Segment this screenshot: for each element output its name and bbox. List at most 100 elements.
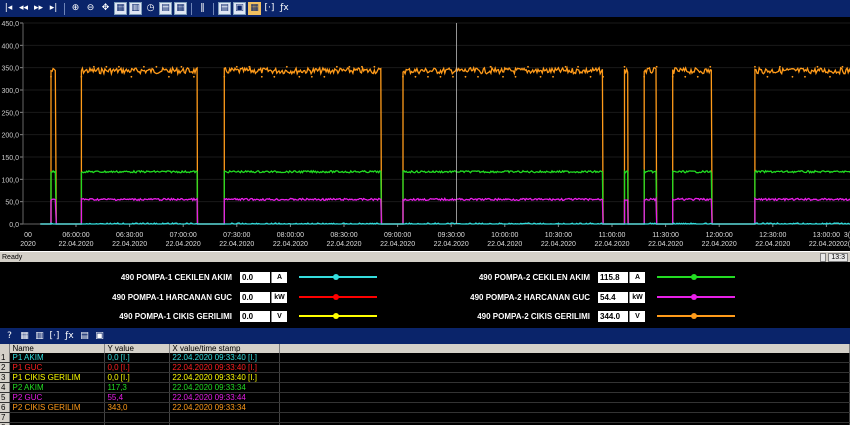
legend-item[interactable]: 490 POMPA-2 CIKIS GERILIMI 344.0 V — [358, 310, 735, 322]
table-icon[interactable]: ▦ — [18, 330, 31, 343]
row-name — [9, 412, 106, 423]
status-text: Ready — [2, 253, 23, 261]
x-tick-date: 22.04.2020 — [273, 241, 308, 248]
x-tick-time: 07:30:00 — [223, 232, 250, 239]
legend-label: 490 POMPA-1 HARCANAN GUC — [112, 292, 232, 302]
trend-chart-svg[interactable]: 450,0 400,0 350,0 300,0 250,0 200,0 150,0 100,0… — [0, 17, 850, 251]
row-index: 5 — [0, 392, 11, 403]
export-icon[interactable]: ▣ — [233, 2, 246, 15]
y-tick-label: 50,0 — [5, 200, 19, 207]
x-tick-date: 22.04.2020 — [541, 241, 576, 248]
series-point — [514, 75, 517, 78]
series-point — [464, 75, 467, 78]
x-tick-date: 22.04.2020 — [648, 241, 683, 248]
row-x-value: 22.04.2020 09:33:40 [I.] — [169, 353, 281, 363]
series-point — [130, 75, 133, 78]
bracket-icon[interactable]: [·] — [48, 330, 61, 343]
legend-label: 490 POMPA-1 CIKIS GERILIMI — [119, 311, 232, 321]
series-point — [539, 75, 542, 78]
row-x-value: 22.04.2020 09:33:40 [I.] — [169, 362, 281, 373]
row-x-value: 22.04.2020 09:33:44 — [169, 392, 281, 403]
series-point — [310, 75, 313, 78]
bracket-icon[interactable]: [·] — [263, 2, 276, 15]
toolbar-separator — [64, 2, 65, 15]
trend-chart[interactable]: 450,0 400,0 350,0 300,0 250,0 200,0 150,0 100,0… — [0, 17, 850, 251]
table-row[interactable]: 2 P1 GUC 0,0 [I.] 22.04.2020 09:33:40 [I… — [0, 362, 850, 373]
x-tick-date: 22.04.2020 — [594, 241, 629, 248]
series-point — [829, 75, 831, 78]
pan-icon[interactable]: ✥ — [99, 2, 112, 15]
legend-marker — [333, 294, 339, 300]
rewind-icon[interactable]: ◂◂ — [17, 2, 30, 15]
x-tick-time: 11:00:00 — [599, 232, 626, 239]
x-tick-time: 06:30:00 — [116, 232, 143, 239]
series-point — [766, 75, 769, 78]
x-tick-time: 10:30:00 — [545, 232, 572, 239]
table-row[interactable]: 1 P1 AKIM 0,0 [I.] 22.04.2020 09:33:40 [… — [0, 353, 850, 363]
fx-icon[interactable]: ƒx — [278, 2, 291, 15]
table-row[interactable]: 5 P2 GUC 55,4 22.04.2020 09:33:44 — [0, 392, 850, 403]
series-point — [427, 75, 429, 78]
grid-select-icon[interactable]: ▥ — [33, 330, 46, 343]
series-point — [273, 75, 276, 78]
legend-item[interactable]: 490 POMPA-2 CEKILEN AKIM 115.8 A — [358, 271, 735, 283]
last-icon[interactable]: ▸| — [47, 2, 60, 15]
legend-item[interactable]: 490 POMPA-2 HARCANAN GUC 54.4 kW — [358, 291, 735, 303]
series-point — [779, 65, 781, 68]
fx-icon[interactable]: ƒx — [63, 330, 76, 343]
legend-item[interactable]: 490 POMPA-1 CIKIS GERILIMI 0.0 V — [0, 310, 377, 322]
legend-value: 0.0 — [240, 271, 270, 283]
forward-icon[interactable]: ▸▸ — [32, 2, 45, 15]
grid-icon[interactable]: ▦ — [174, 2, 187, 15]
x-tick-time: 12:00:00 — [706, 232, 733, 239]
zoom-in-icon[interactable]: ⊕ — [69, 2, 82, 15]
column-header-name[interactable]: Name — [9, 344, 106, 353]
chart-toolbar: |◂ ◂◂ ▸▸ ▸| ⊕ ⊖ ✥ ▦ ▥ ◷ ▤ ▦ ‖ ▤ ▣ ▦ [·] ƒx — [0, 0, 850, 17]
y-tick-label: 300,0 — [1, 88, 19, 95]
series-point — [117, 65, 120, 68]
row-name: P2 GUC — [9, 392, 106, 403]
config-icon[interactable]: ▦ — [248, 2, 261, 15]
x-tick-time: 13:00:00 — [813, 232, 840, 239]
table-row[interactable]: 6 P2 CIKIS GERILIM 343,0 22.04.2020 09:3… — [0, 402, 850, 413]
legend-item[interactable]: 490 POMPA-1 HARCANAN GUC 0.0 kW — [0, 291, 377, 303]
clock-icon[interactable]: ◷ — [144, 2, 157, 15]
legend-line-swatch — [657, 313, 735, 319]
column-header-x[interactable]: X value/time stamp — [169, 344, 281, 353]
legend-label: 490 POMPA-2 CIKIS GERILIMI — [477, 311, 590, 321]
legend-unit: A — [271, 271, 287, 283]
row-empty — [279, 353, 850, 363]
x-tick-date: 22.04.2020 — [326, 241, 361, 248]
table-row[interactable]: 3 P1 CIKIS GERILIM 0,0 [I.] 22.04.2020 0… — [0, 372, 850, 383]
table-row[interactable]: 4 P2 AKIM 117,3 22.04.2020 09:33:34 — [0, 382, 850, 393]
print-icon[interactable]: ▤ — [218, 2, 231, 15]
legend-unit: kW — [271, 291, 287, 303]
pause-icon[interactable]: ‖ — [196, 2, 209, 15]
legend-marker — [691, 313, 697, 319]
ruler-icon[interactable]: ▤ — [159, 2, 172, 15]
x-tick-time: 08:30:00 — [330, 232, 357, 239]
series-point — [804, 75, 806, 78]
series-point — [577, 65, 579, 68]
row-index: 4 — [0, 382, 11, 393]
print-icon[interactable]: ▤ — [78, 330, 91, 343]
y-tick-label: 0,0 — [9, 222, 19, 229]
export-icon[interactable]: ▣ — [93, 330, 106, 343]
x-edge-date-left: 2020 — [20, 241, 36, 248]
series-point — [180, 65, 183, 68]
status-bar: Ready 13:3 — [0, 251, 850, 262]
series-point — [439, 75, 442, 78]
first-icon[interactable]: |◂ — [2, 2, 15, 15]
zoom-area-icon[interactable]: ▥ — [129, 2, 142, 15]
column-header-y[interactable]: Y value — [104, 344, 171, 353]
cursor-values-table: Name Y value X value/time stamp 1 P1 AKI… — [0, 344, 850, 425]
legend-label: 490 POMPA-1 CEKILEN AKIM — [120, 272, 232, 282]
y-tick-label: 150,0 — [1, 155, 19, 162]
zoom-out-icon[interactable]: ⊖ — [84, 2, 97, 15]
zoom-box-icon[interactable]: ▦ — [114, 2, 127, 15]
help-icon[interactable]: ? — [3, 330, 16, 343]
table-row[interactable]: 7 — [0, 412, 850, 423]
legend-label: 490 POMPA-2 HARCANAN GUC — [470, 292, 590, 302]
legend-unit: A — [629, 271, 645, 283]
legend-item[interactable]: 490 POMPA-1 CEKILEN AKIM 0.0 A — [0, 271, 377, 283]
